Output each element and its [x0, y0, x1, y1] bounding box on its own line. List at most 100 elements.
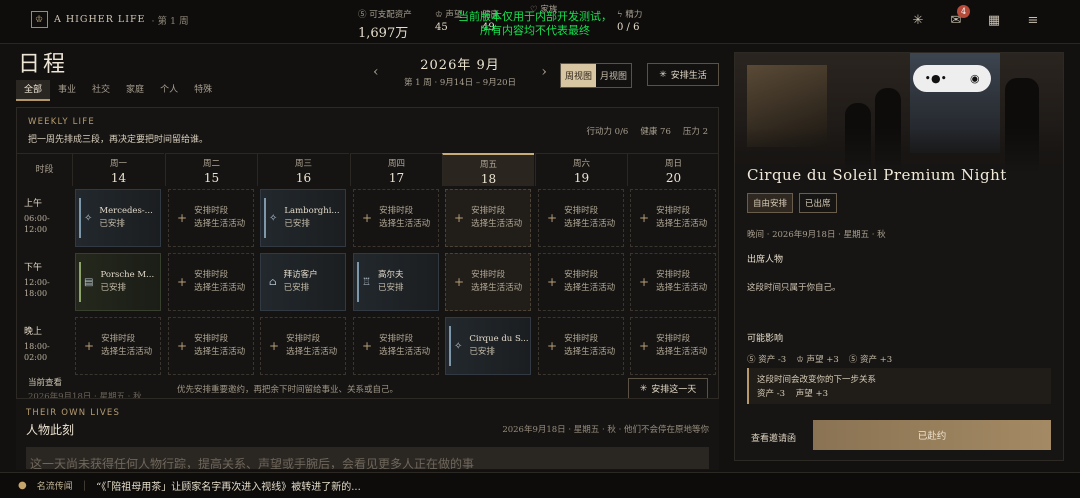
brand[interactable]: ♔ A HIGHER LIFE · 第 1 周: [31, 11, 189, 28]
weekly-life-panel: WEEKLY LIFE 把一周先排成三段，再决定要把时间留给谁。 行动力 0/6…: [16, 107, 719, 402]
slot-mon-morning[interactable]: ✧ Mercedes-... 已安排: [75, 189, 161, 247]
ticker-text: “《「陪祖母用茶」让顾家名字再次进入视线》被转进了新的...: [96, 482, 361, 493]
plus-icon: +: [177, 338, 188, 353]
week-navigator: ‹ 2026年 9月 第 1 周 · 9月14日 – 9月20日 ›: [365, 54, 555, 92]
impact-label: 可能影响: [747, 334, 784, 344]
slot-mon-evening[interactable]: + 安排时段 选择生活活动: [75, 317, 161, 375]
plus-icon: +: [269, 338, 280, 353]
tab-all[interactable]: 全部: [16, 80, 51, 101]
sparkle-icon: ✳: [659, 69, 667, 80]
pressure-value: 压力 2: [682, 127, 708, 137]
slot-sun-afternoon[interactable]: + 安排时段 选择生活活动: [630, 253, 716, 311]
slot-sat-morning[interactable]: + 安排时段 选择生活活动: [538, 189, 624, 247]
week-title: 2026年 9月: [420, 58, 500, 73]
attendees-text: 这段时间只属于你自己。: [747, 283, 841, 293]
time-header: 时段: [17, 153, 72, 186]
attended-button[interactable]: 已赴约: [813, 420, 1051, 450]
attendees-label: 出席人物: [747, 255, 784, 265]
row-label-afternoon: 下午 12:00- 18:00: [24, 263, 50, 298]
plus-icon: +: [177, 210, 188, 225]
slot-fri-evening[interactable]: ✧ Cirque du S... 已安排: [445, 317, 531, 375]
top-bar: ♔ A HIGHER LIFE · 第 1 周 ⑤ 可支配资产 1,697万 ♔ …: [0, 0, 1080, 44]
sparkle-icon: ✳: [639, 383, 648, 394]
row-label-evening: 晚上 18:00- 02:00: [24, 327, 50, 362]
week-indicator: · 第 1 周: [151, 15, 189, 27]
slot-sun-evening[interactable]: + 安排时段 选择生活活动: [630, 317, 716, 375]
current-view-label: 当前查看: [28, 378, 63, 388]
stat-assets: ⑤ 可支配资产 1,697万: [358, 10, 412, 41]
lives-label: THEIR OWN LIVES: [26, 408, 121, 418]
calendar-icon[interactable]: ▦: [986, 13, 1002, 29]
tab-career[interactable]: 事业: [50, 80, 84, 101]
day-header-sat[interactable]: 周六 19: [535, 153, 627, 186]
slot-wed-evening[interactable]: + 安排时段 选择生活活动: [260, 317, 346, 375]
prev-week-chevron-icon[interactable]: ‹: [373, 64, 379, 80]
month-view-button[interactable]: 月视图: [596, 64, 631, 87]
event-detail-panel: •●• ◉ Cirque du Soleil Premium Night 自由安…: [734, 52, 1064, 461]
menu-icon[interactable]: ≡: [1025, 13, 1041, 29]
day-header-thu[interactable]: 周四 17: [350, 153, 442, 186]
lives-title: 人物此刻: [26, 423, 75, 437]
plus-icon: +: [547, 338, 558, 353]
slot-tue-evening[interactable]: + 安排时段 选择生活活动: [168, 317, 254, 375]
day-header-fri[interactable]: 周五 18: [442, 153, 534, 186]
view-invitation-link[interactable]: 查看邀请函: [751, 431, 796, 444]
schedule-hint: 优先安排重要邀约，再把余下时间留给事业、关系或自己。: [177, 385, 399, 395]
day-header-sun[interactable]: 周日 20: [627, 153, 719, 186]
plus-icon: +: [454, 274, 465, 289]
plus-icon: +: [547, 274, 558, 289]
ticker-divider: |: [82, 480, 87, 491]
tab-special[interactable]: 特殊: [186, 80, 220, 101]
next-week-chevron-icon[interactable]: ›: [541, 64, 547, 80]
action-points: 行动力 0/6: [586, 127, 629, 137]
event-tags: 自由安排 已出席: [747, 193, 837, 213]
capture-pill[interactable]: •●• ◉: [913, 65, 991, 92]
tab-social[interactable]: 社交: [84, 80, 118, 101]
impact-list: ⑤ 资产 -3 ♔ 声望 +3 ⑤ 资产 +3: [747, 355, 893, 365]
slot-thu-afternoon[interactable]: ♖ 高尔夫 已安排: [353, 253, 439, 311]
row-label-morning: 上午 06:00- 12:00: [24, 199, 50, 234]
sparkle-icon[interactable]: ✳: [910, 13, 926, 29]
plus-icon: +: [639, 274, 650, 289]
record-icon: ◉: [969, 72, 980, 85]
their-own-lives-panel: THEIR OWN LIVES 人物此刻 2026年9月18日 · 星期五 · …: [16, 398, 719, 470]
slot-sun-morning[interactable]: + 安排时段 选择生活活动: [630, 189, 716, 247]
event-hero-image: •●• ◉: [735, 53, 1063, 173]
category-tabs: 全部 事业 社交 家庭 个人 特殊: [16, 80, 220, 101]
day-header-tue[interactable]: 周二 15: [165, 153, 257, 186]
golf-icon: ♖: [362, 276, 371, 288]
notification-badge: 4: [957, 5, 970, 18]
weekly-label: WEEKLY LIFE: [28, 117, 95, 127]
plus-icon: +: [639, 338, 650, 353]
slot-sat-afternoon[interactable]: + 安排时段 选择生活活动: [538, 253, 624, 311]
plus-icon: +: [177, 274, 188, 289]
ticker-dot-icon: ●: [18, 480, 27, 491]
plus-icon: +: [547, 210, 558, 225]
more-dots-icon: •●•: [924, 72, 948, 85]
view-toggle: 周视图 月视图: [560, 63, 633, 88]
slot-tue-afternoon[interactable]: + 安排时段 选择生活活动: [168, 253, 254, 311]
week-view-button[interactable]: 周视图: [561, 64, 597, 87]
arrange-life-button[interactable]: ✳ 安排生活: [647, 63, 719, 86]
slot-fri-afternoon[interactable]: + 安排时段 选择生活活动: [445, 253, 531, 311]
event-when: 晚间 · 2026年9月18日 · 星期五 · 秋: [747, 230, 886, 240]
gossip-ticker[interactable]: ● 名流传闻 | “《「陪祖母用茶」让顾家名字再次进入视线》被转进了新的...: [0, 472, 1080, 498]
slot-mon-afternoon[interactable]: ▤ Porsche M... 已安排: [75, 253, 161, 311]
sparkle-icon: ✧: [269, 212, 278, 224]
tab-family[interactable]: 家庭: [118, 80, 152, 101]
tag-attended: 已出席: [799, 193, 837, 213]
slot-thu-evening[interactable]: + 安排时段 选择生活活动: [353, 317, 439, 375]
crown-icon: ♔: [435, 10, 446, 20]
brand-name: A HIGHER LIFE: [54, 14, 146, 25]
slot-wed-morning[interactable]: ✧ Lamborghi... 已安排: [260, 189, 346, 247]
slot-wed-afternoon[interactable]: ⌂ 拜访客户 已安排: [260, 253, 346, 311]
tab-personal[interactable]: 个人: [152, 80, 186, 101]
day-header-mon[interactable]: 周一 14: [72, 153, 164, 186]
slot-sat-evening[interactable]: + 安排时段 选择生活活动: [538, 317, 624, 375]
arrange-day-button[interactable]: ✳ 安排这一天: [628, 378, 708, 399]
lives-empty-text: 这一天尚未获得任何人物行踪，提高关系、声望或手腕后，会看见更多人正在做的事: [26, 447, 709, 469]
slot-tue-morning[interactable]: + 安排时段 选择生活活动: [168, 189, 254, 247]
slot-thu-morning[interactable]: + 安排时段 选择生活活动: [353, 189, 439, 247]
day-header-wed[interactable]: 周三 16: [257, 153, 349, 186]
slot-fri-morning[interactable]: + 安排时段 选择生活活动: [445, 189, 531, 247]
